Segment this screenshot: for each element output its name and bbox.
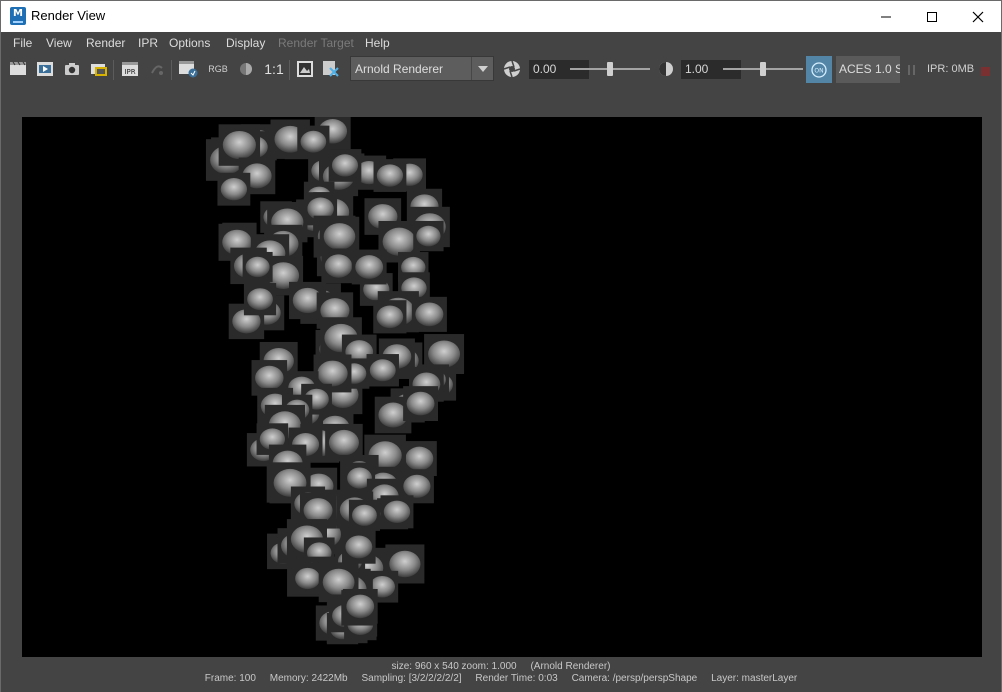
rock-shape: [247, 288, 273, 311]
minimize-icon: [881, 16, 891, 17]
snapshot-icon: [65, 63, 79, 75]
stop-render-icon: [981, 67, 990, 76]
refresh-ipr-button[interactable]: [146, 57, 168, 81]
minimize-button[interactable]: [863, 1, 909, 32]
keep-image-button[interactable]: [294, 57, 316, 81]
ipr-render-icon: IPR: [122, 62, 138, 76]
render-sequence-icon: [179, 61, 198, 78]
rock-shape: [383, 500, 411, 524]
menu-render-target: Render Target: [278, 36, 354, 50]
ipr-memory-label: IPR: 0MB: [927, 63, 975, 75]
gamma-slider-handle[interactable]: [760, 62, 766, 76]
rock-shape: [323, 223, 356, 250]
status-size-info: size: 960 x 540 zoom: 1.000 (Arnold Rend…: [391, 661, 611, 672]
rock-shape: [369, 359, 396, 382]
rock-shape: [255, 365, 284, 390]
rendered-rocks-image: [205, 117, 465, 645]
maximize-icon: [927, 11, 937, 22]
exposure-icon: [503, 60, 521, 78]
menu-options[interactable]: Options: [169, 36, 210, 50]
title-bar: M Render View: [1, 1, 1001, 32]
status-bar: size: 960 x 540 zoom: 1.000 (Arnold Rend…: [1, 660, 1001, 692]
rgb-channel-icon: RGB: [208, 64, 228, 74]
rock-shape: [428, 340, 461, 368]
rock-shape: [331, 154, 359, 177]
gamma-icon: [659, 62, 673, 76]
status-render-info: Frame: 100 Memory: 2422Mb Sampling: [3/2…: [204, 673, 798, 684]
render-view-window: M Render View File View Render IPR Optio…: [0, 0, 1002, 692]
rock-shape: [300, 130, 327, 153]
snapshot-button[interactable]: [61, 57, 83, 81]
render-sequence-button[interactable]: [177, 57, 199, 81]
menu-render[interactable]: Render: [86, 36, 125, 50]
pause-icon: [908, 65, 915, 75]
render-region-button[interactable]: [88, 57, 110, 81]
display-real-size-icon: 1:1: [264, 61, 284, 77]
gamma-button[interactable]: [657, 60, 675, 78]
alpha-channel-icon: [240, 63, 252, 75]
rock-shape: [403, 474, 431, 498]
render-frame-button[interactable]: [7, 57, 29, 81]
menu-help[interactable]: Help: [365, 36, 390, 50]
render-frame-icon: [10, 61, 26, 75]
rock-shape: [324, 254, 353, 278]
rock-shape: [355, 255, 384, 279]
rock-shape: [220, 178, 248, 201]
exposure-slider-handle[interactable]: [607, 62, 613, 76]
refresh-ipr-icon: [151, 65, 163, 75]
keep-image-icon: [297, 61, 313, 77]
redo-previous-render-icon: [37, 62, 53, 76]
rock-shape: [415, 302, 444, 327]
view-transform-field[interactable]: ACES 1.0 SDR-video: [836, 56, 900, 83]
remove-image-icon: [323, 61, 339, 77]
svg-text:ON: ON: [814, 67, 823, 74]
svg-text:IPR: IPR: [124, 68, 135, 76]
window-title: Render View: [31, 8, 106, 23]
stop-render-button[interactable]: [980, 63, 992, 76]
ipr-render-button[interactable]: IPR: [119, 57, 141, 81]
rock-shape: [416, 225, 441, 247]
maya-app-icon: M: [10, 7, 26, 25]
rock-shape: [376, 305, 404, 329]
color-management-toggle[interactable]: ON: [806, 56, 832, 83]
toolbar-separator: [113, 60, 114, 80]
chevron-down-icon: [471, 57, 493, 80]
color-management-icon: ON: [811, 61, 827, 78]
menu-view[interactable]: View: [46, 36, 72, 50]
rock-shape: [346, 594, 375, 619]
redo-previous-render-button[interactable]: [34, 57, 56, 81]
toolbar-separator: [289, 60, 290, 80]
rock-shape: [303, 498, 333, 523]
rock-shape: [351, 504, 377, 526]
rendered-image: [22, 117, 982, 657]
rock-shape: [328, 429, 359, 456]
alpha-channel-button[interactable]: [235, 57, 257, 81]
renderer-dropdown-value: Arnold Renderer: [355, 62, 444, 76]
rock-shape: [295, 567, 321, 590]
close-button[interactable]: [955, 1, 1001, 32]
rock-shape: [382, 227, 416, 256]
close-icon: [972, 11, 984, 22]
remove-image-button[interactable]: [320, 57, 342, 81]
menu-bar: File View Render IPR Options Display Ren…: [1, 32, 1001, 54]
rock-shape: [376, 164, 404, 187]
rock-shape: [345, 535, 373, 559]
renderer-dropdown[interactable]: Arnold Renderer: [350, 56, 494, 81]
display-real-size-button[interactable]: 1:1: [261, 57, 287, 81]
menu-display[interactable]: Display: [226, 36, 265, 50]
menu-ipr[interactable]: IPR: [138, 36, 158, 50]
app-icon-letter: M: [13, 8, 23, 19]
exposure-button[interactable]: [502, 59, 522, 79]
rock-shape: [222, 130, 256, 160]
rock-shape: [317, 360, 348, 387]
render-region-icon: [91, 64, 107, 76]
toolbar-separator: [171, 60, 172, 80]
rock-shape: [406, 391, 435, 416]
pause-ipr-button[interactable]: [907, 62, 917, 76]
rock-shape: [245, 256, 270, 278]
rgb-channel-button[interactable]: RGB: [207, 57, 229, 81]
rock-shape: [405, 446, 434, 471]
maximize-button[interactable]: [909, 1, 955, 32]
menu-file[interactable]: File: [13, 36, 32, 50]
